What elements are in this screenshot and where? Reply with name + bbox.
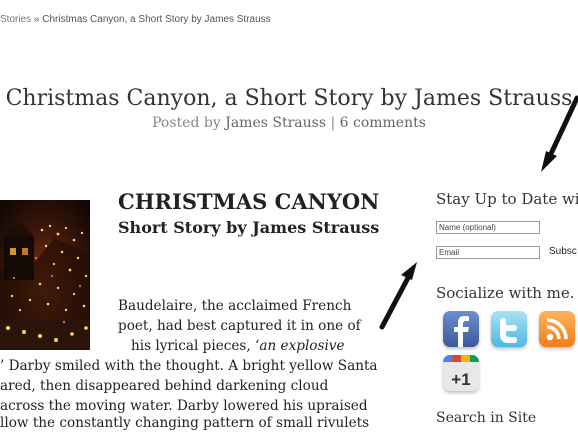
- arrow-head: [401, 262, 417, 280]
- twitter-icon[interactable]: [491, 311, 527, 347]
- subscribe-heading: Stay Up to Date with: [436, 190, 578, 208]
- rss-icon[interactable]: [539, 311, 575, 347]
- search-heading: Search in Site: [436, 410, 537, 426]
- svg-text:+1: +1: [451, 370, 470, 389]
- facebook-icon[interactable]: [443, 311, 479, 347]
- arrow-head: [541, 151, 557, 172]
- socialize-heading: Socialize with me.: [436, 284, 575, 302]
- email-input[interactable]: [436, 246, 540, 259]
- annotation-arrows: [379, 95, 578, 330]
- subscribe-button[interactable]: Subsc: [549, 246, 577, 257]
- name-input[interactable]: [436, 221, 540, 234]
- google-plus-icon[interactable]: +1: [443, 355, 479, 391]
